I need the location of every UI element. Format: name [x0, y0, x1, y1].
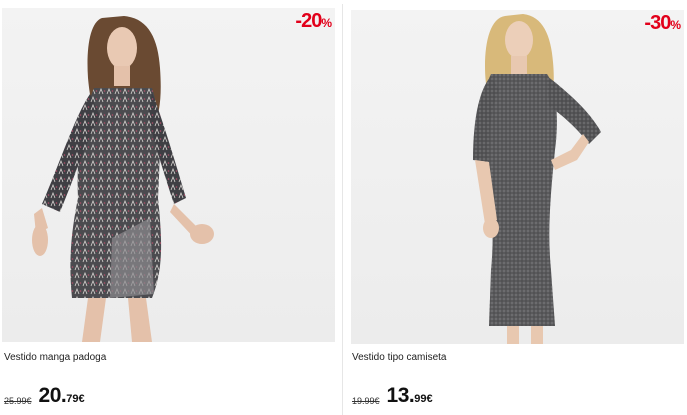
- price-integer: 20.: [38, 384, 67, 407]
- product-image[interactable]: -20%: [2, 8, 335, 342]
- price-decimal: 99€: [414, 393, 433, 405]
- old-price: 19.99€: [352, 396, 380, 406]
- discount-percent: %: [321, 16, 332, 30]
- price-decimal: 79€: [66, 393, 85, 405]
- discount-badge: -20%: [295, 8, 332, 34]
- model-dress-grey-icon: [473, 14, 601, 344]
- discount-percent: %: [670, 18, 681, 32]
- product-card[interactable]: -20% Vestido manga padoga 25.99€ 20.79€: [0, 0, 337, 415]
- discount-number: -30: [644, 12, 671, 34]
- product-price: 19.99€ 13.99€: [352, 384, 433, 412]
- discount-number: -20: [295, 10, 322, 32]
- current-price: 13.99€: [387, 384, 433, 408]
- product-name[interactable]: Vestido manga padoga: [4, 352, 106, 363]
- current-price: 20.79€: [39, 384, 85, 408]
- product-divider: [342, 4, 343, 415]
- product-name[interactable]: Vestido tipo camiseta: [352, 352, 447, 363]
- old-price: 25.99€: [4, 396, 32, 406]
- product-image[interactable]: -30%: [351, 10, 684, 344]
- discount-badge: -30%: [644, 10, 681, 36]
- product-price: 25.99€ 20.79€: [4, 384, 85, 412]
- product-card[interactable]: -30% Vestido tipo camiseta 19.99€ 13.99€: [348, 0, 685, 415]
- model-dress-printed-icon: [32, 16, 214, 342]
- price-integer: 13.: [386, 384, 415, 407]
